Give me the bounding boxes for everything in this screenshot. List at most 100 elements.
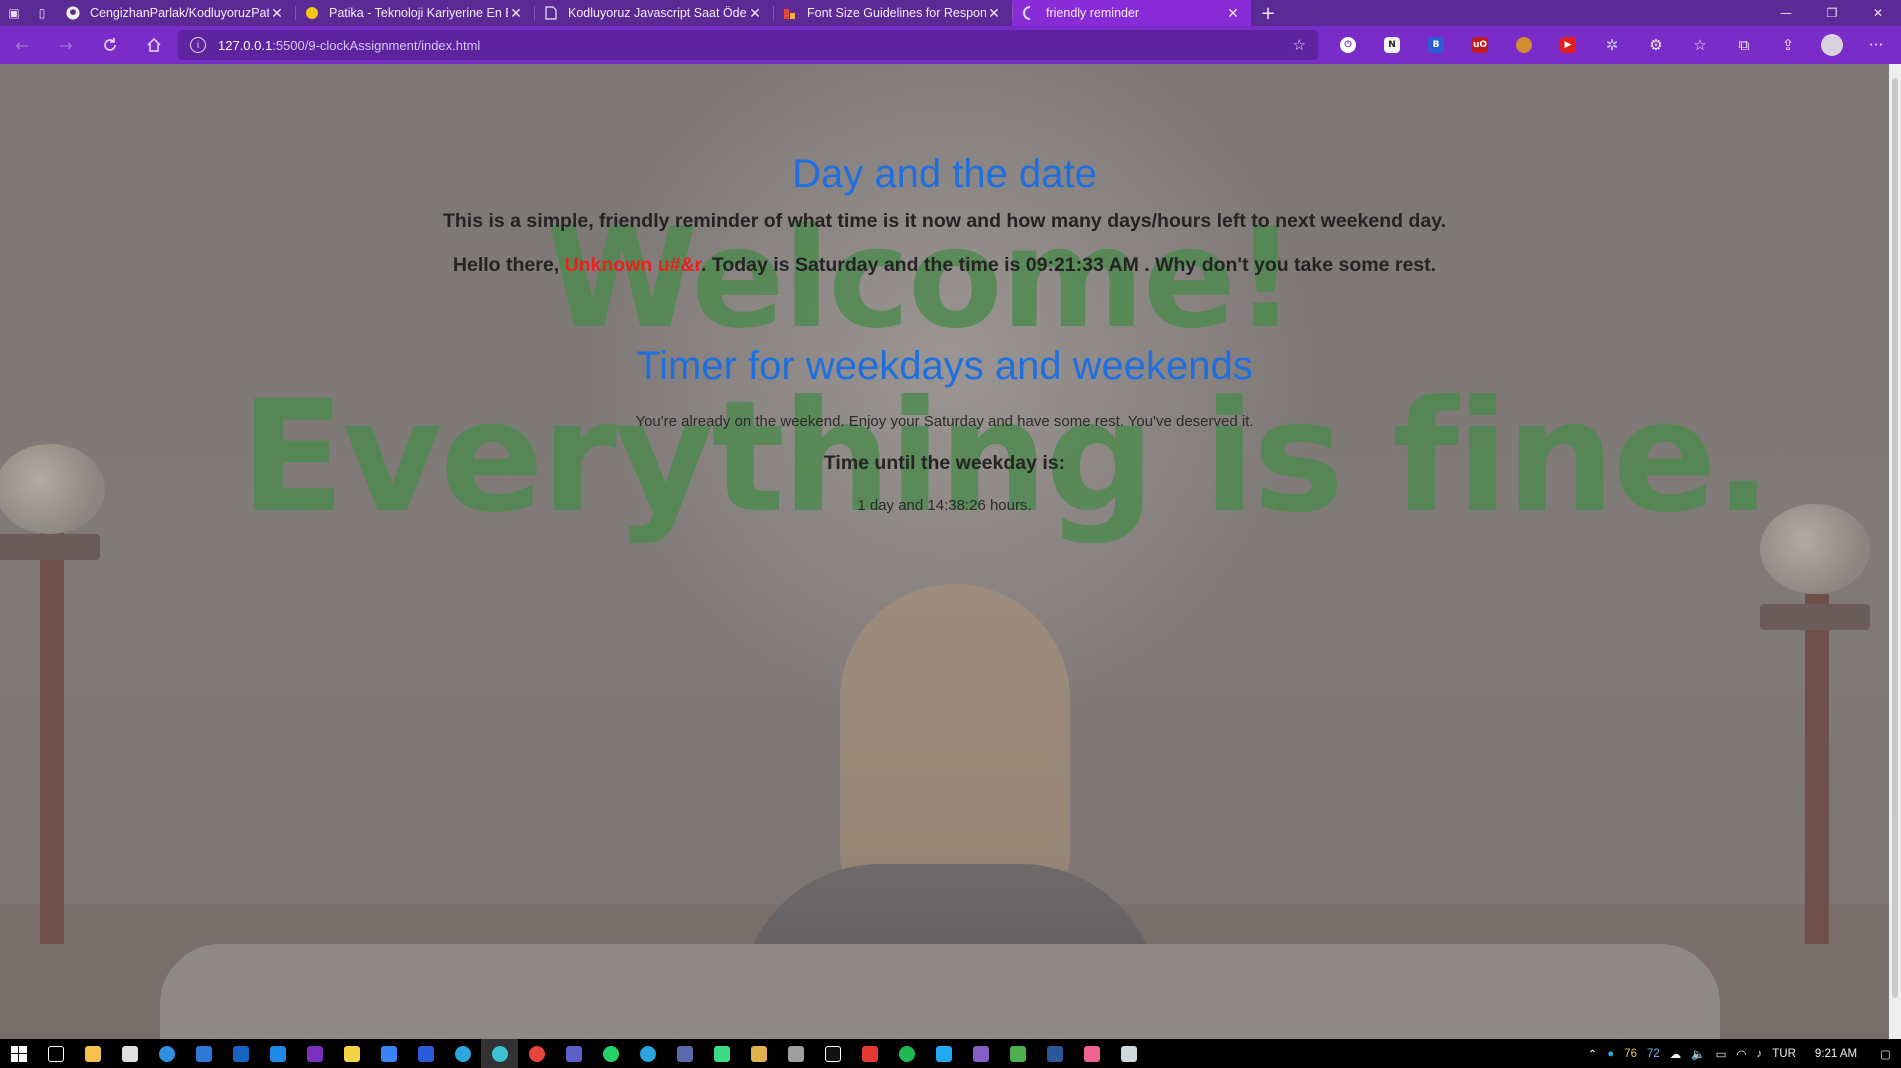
app-icon-blue[interactable] bbox=[259, 1039, 296, 1068]
forward-button[interactable]: → bbox=[44, 30, 88, 60]
file-explorer-icon[interactable] bbox=[74, 1039, 111, 1068]
address-bar[interactable]: i 127.0.0.1 :5500/9-clockAssignment/inde… bbox=[178, 30, 1318, 60]
node-icon[interactable] bbox=[999, 1039, 1036, 1068]
telegram-icon[interactable] bbox=[629, 1039, 666, 1068]
app-icon-multi[interactable] bbox=[1073, 1039, 1110, 1068]
edge-icon[interactable] bbox=[444, 1039, 481, 1068]
tab-bar: ▣ ▯ CengizhanParlak/KodluyoruzPat ✕ Pati… bbox=[0, 0, 1901, 26]
telegram-tray-icon[interactable]: ● bbox=[1607, 1048, 1614, 1060]
share-button[interactable]: ⇪ bbox=[1766, 30, 1810, 60]
right-pedestal-top bbox=[1760, 604, 1870, 630]
tab-assignment[interactable]: Kodluyoruz Javascript Saat Ödev ✕ bbox=[534, 0, 773, 26]
share-icon: ⇪ bbox=[1781, 36, 1795, 54]
vscode-icon[interactable] bbox=[925, 1039, 962, 1068]
close-icon[interactable]: ✕ bbox=[508, 5, 524, 22]
speaker-icon[interactable]: ♪ bbox=[1757, 1048, 1763, 1060]
tab-github[interactable]: CengizhanParlak/KodluyoruzPat ✕ bbox=[56, 0, 295, 26]
clock[interactable]: 9:21 AM bbox=[1815, 1048, 1857, 1060]
add-favorite-icon[interactable]: ☆ bbox=[1293, 36, 1306, 54]
app-icon-stack[interactable] bbox=[740, 1039, 777, 1068]
refresh-button[interactable] bbox=[88, 30, 132, 60]
tab-title: Font Size Guidelines for Respon bbox=[807, 6, 986, 20]
greeting-suffix: . Today is Saturday and the time is 09:2… bbox=[701, 254, 1437, 276]
workspaces-icon[interactable]: ▯ bbox=[28, 0, 56, 26]
github-icon bbox=[66, 6, 80, 20]
tab-patika[interactable]: Patika - Teknoloji Kariyerine En E ✕ bbox=[295, 0, 534, 26]
close-icon[interactable]: ✕ bbox=[986, 5, 1002, 22]
notification-icon[interactable]: ▢ bbox=[1880, 1047, 1891, 1061]
teams-icon[interactable] bbox=[555, 1039, 592, 1068]
favorites-button[interactable]: ☆ bbox=[1678, 30, 1722, 60]
restore-icon[interactable]: ❐ bbox=[1809, 0, 1855, 26]
background-bench bbox=[160, 944, 1720, 1039]
chevron-up-icon[interactable]: ⌃ bbox=[1588, 1047, 1598, 1061]
store-icon[interactable] bbox=[111, 1039, 148, 1068]
tab-title: Kodluyoruz Javascript Saat Ödev bbox=[568, 6, 747, 20]
home-button[interactable] bbox=[132, 30, 176, 60]
battery-icon[interactable]: ▭ bbox=[1716, 1047, 1727, 1061]
outlook-icon[interactable] bbox=[222, 1039, 259, 1068]
extension-youtube[interactable]: ▶ bbox=[1546, 30, 1590, 60]
extension-ublock[interactable]: uO bbox=[1458, 30, 1502, 60]
close-icon[interactable]: ✕ bbox=[1225, 5, 1241, 22]
site-info-icon[interactable]: i bbox=[190, 37, 206, 53]
cloud-icon[interactable]: ☁ bbox=[1670, 1047, 1682, 1061]
extension-notion[interactable]: N bbox=[1370, 30, 1414, 60]
close-icon[interactable]: ✕ bbox=[269, 5, 285, 22]
close-icon[interactable]: ✕ bbox=[747, 5, 763, 22]
notion-icon: N bbox=[1384, 37, 1400, 53]
tray-number-1: 76 bbox=[1624, 1047, 1637, 1060]
extension-settings[interactable]: ✲ bbox=[1590, 30, 1634, 60]
spotify-icon[interactable] bbox=[888, 1039, 925, 1068]
greeting-line: Hello there, Unknown u#&r. Today is Satu… bbox=[0, 254, 1889, 277]
extension-colorful[interactable] bbox=[1502, 30, 1546, 60]
url-path: :5500/9-clockAssignment/index.html bbox=[272, 37, 481, 53]
app-icon-slate[interactable] bbox=[666, 1039, 703, 1068]
start-button[interactable] bbox=[0, 1039, 37, 1068]
task-view-icon[interactable] bbox=[37, 1039, 74, 1068]
app-icon-gray[interactable] bbox=[777, 1039, 814, 1068]
edge-dev-icon[interactable] bbox=[481, 1039, 518, 1068]
vertical-scrollbar[interactable] bbox=[1889, 64, 1901, 1039]
back-button[interactable]: ← bbox=[0, 30, 44, 60]
tab-friendly-reminder[interactable]: friendly reminder ✕ bbox=[1012, 0, 1251, 26]
user-name: Unknown u#&r bbox=[564, 254, 702, 276]
volume-icon[interactable]: 🔈 bbox=[1691, 1047, 1705, 1061]
tab-font-size[interactable]: Font Size Guidelines for Respon ✕ bbox=[773, 0, 1012, 26]
android-studio-icon[interactable] bbox=[703, 1039, 740, 1068]
collections-button[interactable]: ⧉ bbox=[1722, 30, 1766, 60]
bitwarden-taskbar-icon[interactable] bbox=[407, 1039, 444, 1068]
mail-icon[interactable] bbox=[185, 1039, 222, 1068]
profile-button[interactable] bbox=[1810, 30, 1854, 60]
chrome-icon[interactable] bbox=[518, 1039, 555, 1068]
app-icon-monitor[interactable] bbox=[1110, 1039, 1147, 1068]
onedrive-icon[interactable] bbox=[148, 1039, 185, 1068]
menu-button[interactable]: ··· bbox=[1854, 30, 1898, 60]
visual-studio-icon[interactable] bbox=[962, 1039, 999, 1068]
extension-power[interactable]: ⏻ bbox=[1326, 30, 1370, 60]
tray-number-2: 72 bbox=[1646, 1047, 1660, 1060]
todo-icon[interactable] bbox=[370, 1039, 407, 1068]
intellij-icon[interactable] bbox=[814, 1039, 851, 1068]
whatsapp-icon[interactable] bbox=[592, 1039, 629, 1068]
minimize-icon[interactable]: — bbox=[1763, 0, 1809, 26]
close-window-icon[interactable]: ✕ bbox=[1855, 0, 1901, 26]
tab-actions-icon[interactable]: ▣ bbox=[0, 0, 28, 26]
app-icon-red[interactable] bbox=[851, 1039, 888, 1068]
browser-toolbar: ← → i 127.0.0.1 :5500/9-clockAssignment/… bbox=[0, 26, 1901, 64]
sticky-notes-icon[interactable] bbox=[333, 1039, 370, 1068]
wifi-icon[interactable]: ◠ bbox=[1736, 1047, 1746, 1061]
onenote-icon[interactable] bbox=[296, 1039, 333, 1068]
language-indicator[interactable]: TUR bbox=[1772, 1048, 1796, 1060]
until-label: Time until the weekday is: bbox=[823, 452, 1066, 474]
ublock-icon: uO bbox=[1472, 37, 1488, 53]
more-icon: ··· bbox=[1868, 36, 1884, 54]
word-icon[interactable] bbox=[1036, 1039, 1073, 1068]
extension-bitwarden[interactable]: B bbox=[1414, 30, 1458, 60]
right-pedestal bbox=[1805, 594, 1829, 944]
extensions-button[interactable]: ⚙ bbox=[1634, 30, 1678, 60]
new-tab-button[interactable]: + bbox=[1251, 0, 1285, 26]
scrollbar-thumb[interactable] bbox=[1892, 78, 1898, 998]
patika-icon bbox=[305, 6, 319, 20]
loading-icon bbox=[1022, 6, 1036, 20]
